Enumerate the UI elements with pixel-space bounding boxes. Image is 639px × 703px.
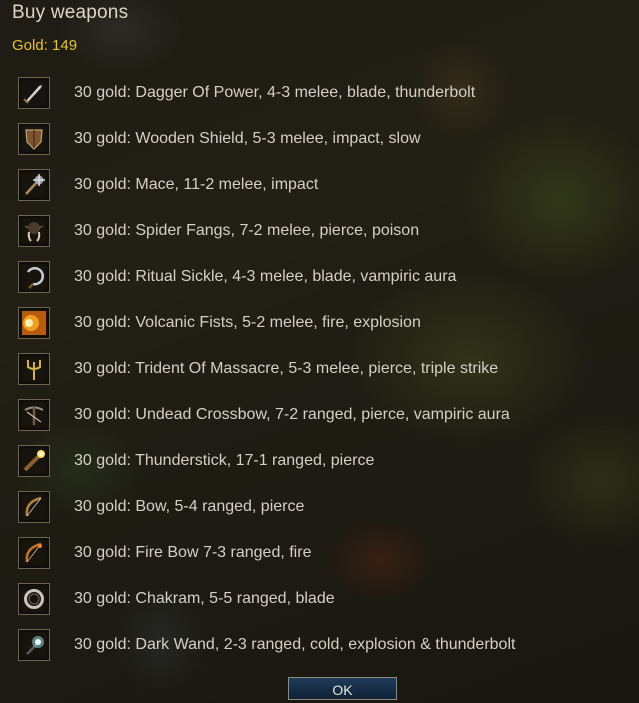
list-item[interactable]: 30 gold: Mace, 11-2 melee, impact [16,162,629,208]
item-label: 30 gold: Dark Wand, 2-3 ranged, cold, ex… [74,636,516,653]
fire-bow-icon [18,537,50,569]
list-item[interactable]: 30 gold: Chakram, 5-5 ranged, blade [16,576,629,622]
gold-amount: Gold: 149 [12,37,78,54]
dagger-icon [18,77,50,109]
fangs-icon [18,215,50,247]
item-label: 30 gold: Mace, 11-2 melee, impact [74,176,319,193]
wand-icon [18,629,50,661]
fire-fist-icon [18,307,50,339]
list-item[interactable]: 30 gold: Dark Wand, 2-3 ranged, cold, ex… [16,622,629,668]
list-item[interactable]: 30 gold: Spider Fangs, 7-2 melee, pierce… [16,208,629,254]
item-label: 30 gold: Chakram, 5-5 ranged, blade [74,590,335,607]
list-item[interactable]: 30 gold: Thunderstick, 17-1 ranged, pier… [16,438,629,484]
dialog-title: Buy weapons [12,2,129,23]
mace-icon [18,169,50,201]
list-item[interactable]: 30 gold: Fire Bow 7-3 ranged, fire [16,530,629,576]
item-label: 30 gold: Ritual Sickle, 4-3 melee, blade… [74,268,457,285]
buy-weapons-dialog: Buy weapons Gold: 149 30 gold: Dagger Of… [0,0,639,703]
bow-icon [18,491,50,523]
trident-icon [18,353,50,385]
thunderstick-icon [18,445,50,477]
list-item[interactable]: 30 gold: Trident Of Massacre, 5-3 melee,… [16,346,629,392]
item-label: 30 gold: Spider Fangs, 7-2 melee, pierce… [74,222,420,239]
shield-icon [18,123,50,155]
weapon-list: 30 gold: Dagger Of Power, 4-3 melee, bla… [16,70,629,668]
chakram-icon [18,583,50,615]
list-item[interactable]: 30 gold: Undead Crossbow, 7-2 ranged, pi… [16,392,629,438]
list-item[interactable]: 30 gold: Dagger Of Power, 4-3 melee, bla… [16,70,629,116]
item-label: 30 gold: Fire Bow 7-3 ranged, fire [74,544,312,561]
item-label: 30 gold: Volcanic Fists, 5-2 melee, fire… [74,314,421,331]
ok-button[interactable]: OK [288,677,397,700]
item-label: 30 gold: Trident Of Massacre, 5-3 melee,… [74,360,499,377]
item-label: 30 gold: Bow, 5-4 ranged, pierce [74,498,305,515]
list-item[interactable]: 30 gold: Ritual Sickle, 4-3 melee, blade… [16,254,629,300]
crossbow-icon [18,399,50,431]
sickle-icon [18,261,50,293]
item-label: 30 gold: Thunderstick, 17-1 ranged, pier… [74,452,375,469]
item-label: 30 gold: Wooden Shield, 5-3 melee, impac… [74,130,421,147]
list-item[interactable]: 30 gold: Bow, 5-4 ranged, pierce [16,484,629,530]
item-label: 30 gold: Dagger Of Power, 4-3 melee, bla… [74,84,476,101]
list-item[interactable]: 30 gold: Volcanic Fists, 5-2 melee, fire… [16,300,629,346]
item-label: 30 gold: Undead Crossbow, 7-2 ranged, pi… [74,406,510,423]
list-item[interactable]: 30 gold: Wooden Shield, 5-3 melee, impac… [16,116,629,162]
